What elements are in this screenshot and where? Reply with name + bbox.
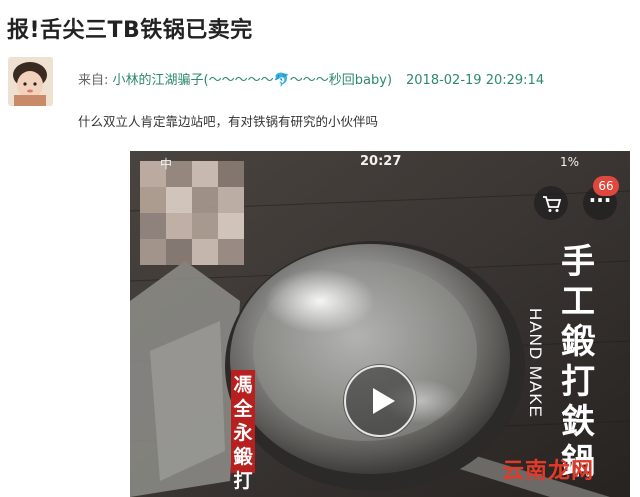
battery-text: 1% xyxy=(560,155,580,169)
avatar[interactable] xyxy=(8,57,53,106)
notification-badge: 66 xyxy=(593,176,619,196)
post-title: 报!舌尖三TB铁锅已卖完 xyxy=(7,18,253,43)
seal-char: 全 xyxy=(233,398,253,420)
vertical-title-char: 鍛 xyxy=(561,322,595,362)
post-date: 2018-02-19 20:29:14 xyxy=(406,73,545,88)
english-caption-text: HAND MAKE xyxy=(526,307,545,419)
red-seal: 馮 全 永 鍛 打 xyxy=(231,370,255,492)
vertical-title-char: 打 xyxy=(561,362,595,402)
from-label: 来自: xyxy=(78,73,113,88)
video-player[interactable]: 中 20:27 1% ··· 66 手 工 鍛 打 鉄 鍋 HAND MAKE … xyxy=(130,151,630,497)
english-caption: HAND MAKE xyxy=(515,293,555,433)
seal-char: 馮 xyxy=(233,374,253,396)
status-time: 20:27 xyxy=(360,154,402,169)
post-body: 什么双立人肯定靠边站吧，有对铁锅有研究的小伙伴吗 xyxy=(78,114,379,129)
author-link[interactable]: 小林的江湖骗子(～～～～～🐬～～～秒回baby) xyxy=(113,73,393,88)
vertical-title-char: 鉄 xyxy=(561,402,595,442)
status-bar: 中 20:27 1% xyxy=(130,151,630,173)
play-button[interactable] xyxy=(343,364,417,438)
vertical-title: 手 工 鍛 打 鉄 鍋 xyxy=(558,242,598,482)
seal-char: 打 xyxy=(233,470,253,492)
vertical-title-char: 工 xyxy=(561,282,595,322)
play-icon xyxy=(344,365,416,437)
post-meta: 来自: 小林的江湖骗子(～～～～～🐬～～～秒回baby) 2018-02-19 2… xyxy=(78,69,544,88)
seal-char: 永 xyxy=(233,422,253,444)
carrier-text: 中 xyxy=(160,157,173,171)
cart-icon xyxy=(543,196,562,212)
vertical-title-char: 手 xyxy=(561,242,595,282)
watermark-text: 云南龙网 xyxy=(502,459,595,484)
seal-char: 鍛 xyxy=(233,446,253,468)
cart-button[interactable] xyxy=(534,186,568,220)
